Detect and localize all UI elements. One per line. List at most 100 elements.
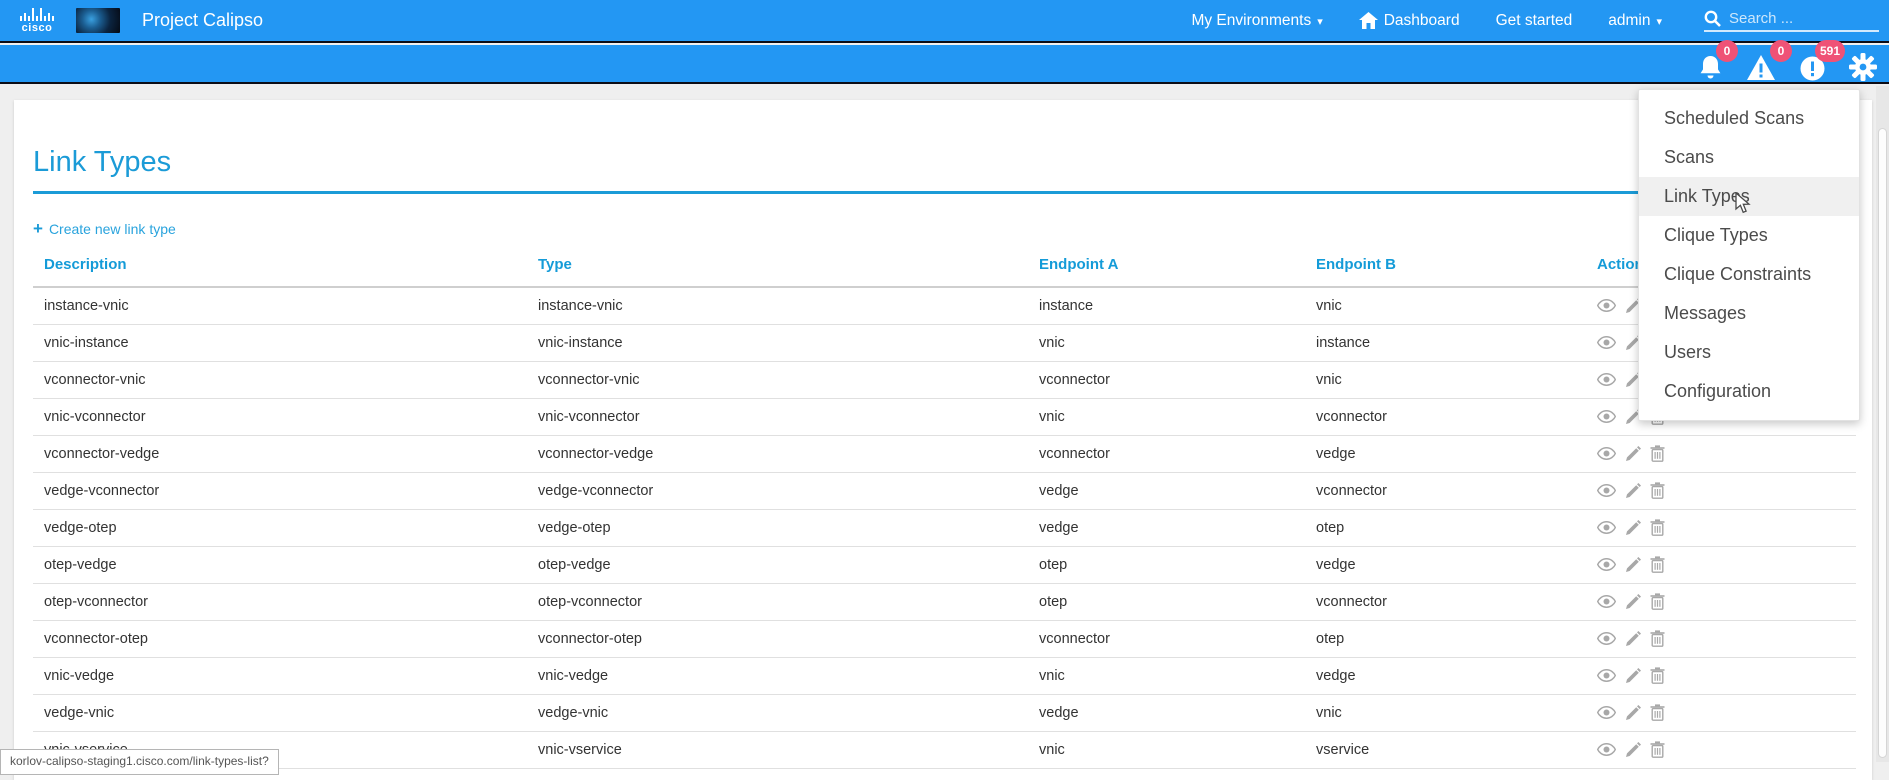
cell-description: vedge-otep [33,509,527,546]
cell-description: otep-vconnector [33,583,527,620]
search-icon [1704,10,1721,27]
warnings-button[interactable]: 0 [1746,47,1776,81]
edit-pencil-icon[interactable] [1625,631,1641,647]
table-row: vnic-instance vnic-instance vnic instanc… [33,324,1856,361]
view-eye-icon[interactable] [1597,447,1616,460]
delete-trash-icon[interactable] [1650,519,1665,536]
cell-endpoint-a: vnic [1028,657,1305,694]
create-new-link-type-label: Create new link type [49,221,176,237]
cell-endpoint-a: vnic [1028,324,1305,361]
menu-item-clique-constraints[interactable]: Clique Constraints [1639,255,1859,294]
menu-item-scheduled-scans[interactable]: Scheduled Scans [1639,99,1859,138]
delete-trash-icon[interactable] [1650,445,1665,462]
nav-get-started-label: Get started [1496,12,1573,30]
cell-actions [1586,472,1856,509]
status-url-tooltip: korlov-calipso-staging1.cisco.com/link-t… [0,749,279,775]
bell-count-badge: 0 [1716,40,1738,62]
view-eye-icon[interactable] [1597,521,1616,534]
cell-description: instance-vnic [33,287,527,324]
link-types-table: Description Type Endpoint A Endpoint B A… [33,247,1856,769]
menu-item-messages[interactable]: Messages [1639,294,1859,333]
cell-type: vnic-vservice [527,731,1028,768]
delete-trash-icon[interactable] [1650,593,1665,610]
errors-button[interactable]: 591 [1800,47,1825,81]
search-input[interactable] [1729,10,1879,27]
delete-trash-icon[interactable] [1650,704,1665,721]
search-box [1704,10,1879,32]
nav-get-started[interactable]: Get started [1496,12,1573,30]
cell-description: vnic-vedge [33,657,527,694]
view-eye-icon[interactable] [1597,743,1616,756]
cell-description: vconnector-vnic [33,361,527,398]
cell-endpoint-b: vnic [1305,287,1586,324]
settings-dropdown-menu: Scheduled ScansScansLink TypesClique Typ… [1638,89,1860,421]
cell-endpoint-a: vedge [1028,472,1305,509]
edit-pencil-icon[interactable] [1625,705,1641,721]
notification-icons: 0 0 591 [1699,47,1877,81]
view-eye-icon[interactable] [1597,632,1616,645]
edit-pencil-icon[interactable] [1625,742,1641,758]
cell-actions [1586,694,1856,731]
vertical-scrollbar-thumb[interactable] [1878,128,1887,758]
table-row: otep-vedge otep-vedge otep vedge [33,546,1856,583]
edit-pencil-icon[interactable] [1625,557,1641,573]
column-header-description: Description [33,247,527,287]
nav-admin-menu[interactable]: admin ▾ [1608,12,1662,30]
cell-endpoint-b: vnic [1305,694,1586,731]
column-header-endpoint-b: Endpoint B [1305,247,1586,287]
warning-count-badge: 0 [1770,40,1792,62]
cell-endpoint-a: vconnector [1028,435,1305,472]
edit-pencil-icon[interactable] [1625,668,1641,684]
view-eye-icon[interactable] [1597,299,1616,312]
edit-pencil-icon[interactable] [1625,594,1641,610]
menu-item-users[interactable]: Users [1639,333,1859,372]
table-row: vconnector-vnic vconnector-vnic vconnect… [33,361,1856,398]
view-eye-icon[interactable] [1597,410,1616,423]
vertical-scrollbar-track[interactable] [1876,86,1889,762]
edit-pencil-icon[interactable] [1625,446,1641,462]
delete-trash-icon[interactable] [1650,667,1665,684]
edit-pencil-icon[interactable] [1625,520,1641,536]
cell-description: vconnector-otep [33,620,527,657]
delete-trash-icon[interactable] [1650,741,1665,758]
cell-type: vnic-vedge [527,657,1028,694]
cell-endpoint-a: vconnector [1028,620,1305,657]
cell-actions [1586,546,1856,583]
cell-endpoint-a: otep [1028,546,1305,583]
menu-item-scans[interactable]: Scans [1639,138,1859,177]
view-eye-icon[interactable] [1597,558,1616,571]
create-new-link-type-button[interactable]: + Create new link type [33,221,176,237]
chevron-down-icon: ▾ [1656,15,1662,28]
cell-endpoint-b: vedge [1305,657,1586,694]
error-count-badge: 591 [1815,40,1845,62]
content-card: Link Types + Create new link type Descri… [14,100,1872,780]
cell-description: vedge-vconnector [33,472,527,509]
table-row: vnic-vservice vnic-vservice vnic vservic… [33,731,1856,768]
menu-item-clique-types[interactable]: Clique Types [1639,216,1859,255]
menu-item-configuration[interactable]: Configuration [1639,372,1859,411]
view-eye-icon[interactable] [1597,484,1616,497]
gear-icon [1849,53,1877,81]
cell-endpoint-b: vservice [1305,731,1586,768]
settings-gear-button[interactable] [1849,47,1877,81]
cell-endpoint-b: vconnector [1305,472,1586,509]
view-eye-icon[interactable] [1597,669,1616,682]
cell-endpoint-a: vedge [1028,694,1305,731]
cell-endpoint-b: instance [1305,324,1586,361]
delete-trash-icon[interactable] [1650,556,1665,573]
view-eye-icon[interactable] [1597,373,1616,386]
cisco-bridge-bars [20,8,54,21]
cell-endpoint-a: vedge [1028,509,1305,546]
nav-my-environments[interactable]: My Environments ▾ [1191,12,1322,30]
project-logo-image [76,8,120,33]
view-eye-icon[interactable] [1597,706,1616,719]
cell-actions [1586,435,1856,472]
cell-endpoint-b: vedge [1305,546,1586,583]
edit-pencil-icon[interactable] [1625,483,1641,499]
delete-trash-icon[interactable] [1650,630,1665,647]
delete-trash-icon[interactable] [1650,482,1665,499]
notifications-bell-button[interactable]: 0 [1699,47,1722,81]
nav-dashboard[interactable]: Dashboard [1359,12,1460,30]
view-eye-icon[interactable] [1597,595,1616,608]
view-eye-icon[interactable] [1597,336,1616,349]
